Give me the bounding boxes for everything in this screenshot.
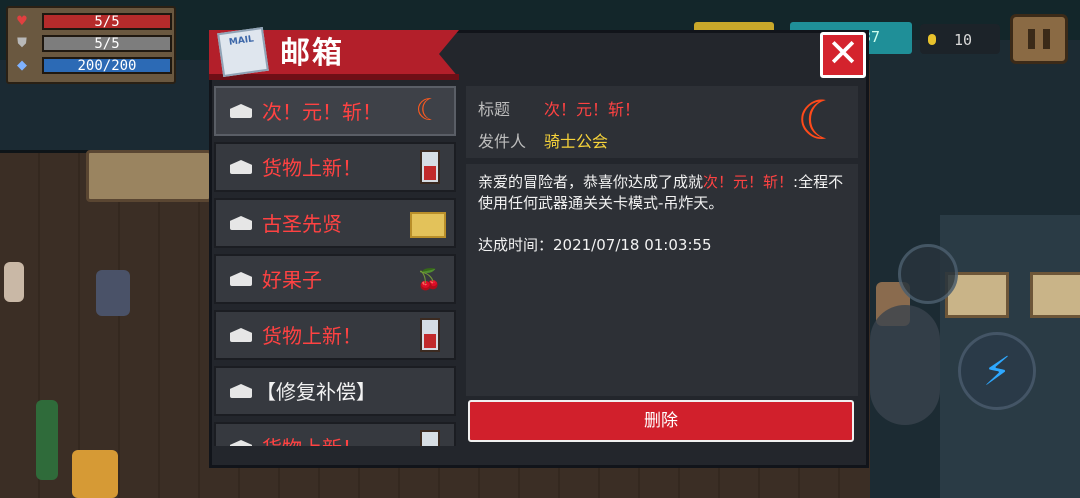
achievement-time: 达成时间：2021/07/18 01:03:55: [478, 236, 712, 254]
energy-row: ◆ 200/200: [12, 56, 172, 75]
message-prefix: 亲爱的冒险者，恭喜你达成了成就: [478, 173, 704, 191]
mailbox-title-tab-shadow: [209, 74, 459, 80]
mail-item-label: 好果子: [262, 268, 322, 292]
weapon-swap-button[interactable]: [898, 244, 958, 304]
envelope-icon: [230, 272, 252, 286]
envelope-icon: [230, 440, 252, 446]
npc-character: [96, 270, 130, 316]
shield-value: 5/5: [94, 36, 120, 52]
energy-icon: ◆: [17, 58, 27, 73]
pause-icon: [1043, 29, 1050, 49]
mail-item[interactable]: 好果子 🍒: [214, 254, 456, 304]
coin-count: 10: [954, 31, 973, 49]
coin-icon: [928, 34, 936, 45]
mail-item[interactable]: 货物上新！: [214, 422, 456, 446]
game-table: [86, 150, 212, 202]
attack-button[interactable]: [870, 305, 940, 425]
mail-icon-text: MAIL: [228, 34, 255, 48]
title-value: 次！元！斩！: [544, 100, 641, 119]
sender-value: 骑士公会: [544, 132, 609, 151]
mail-list[interactable]: 次！元！斩！ ☾ 货物上新！ 古圣先贤 好果子 🍒 货物上新！ 【修复补偿】 货…: [214, 86, 458, 446]
envelope-icon: [230, 160, 252, 174]
heart-icon: ♥: [16, 14, 28, 29]
merchant-icon: [420, 318, 440, 352]
envelope-icon: [230, 216, 252, 230]
mailbox-title: 邮箱: [280, 36, 344, 71]
shield-icon: ⛊: [17, 36, 27, 51]
pause-button[interactable]: [1010, 14, 1068, 64]
mail-item-label: 古圣先贤: [262, 212, 342, 236]
lightning-icon: ⚡: [982, 349, 1012, 395]
energy-bar: 200/200: [42, 57, 172, 74]
envelope-icon: [230, 104, 252, 118]
merchant-icon: [420, 150, 440, 184]
delete-button[interactable]: 删除: [468, 400, 854, 442]
mail-item-label: 【修复补偿】: [256, 380, 376, 404]
skill-button[interactable]: ⚡: [958, 332, 1036, 410]
npc-character: [72, 450, 118, 498]
envelope-icon: [230, 328, 252, 342]
mail-item[interactable]: 货物上新！: [214, 310, 456, 360]
hp-bar: 5/5: [42, 13, 172, 30]
mail-item-label: 货物上新！: [262, 324, 362, 348]
player-status-panel: ♥ 5/5 ⛊ 5/5 ◆ 200/200: [6, 6, 176, 84]
mail-icon: MAIL: [217, 27, 269, 77]
cherry-icon: 🍒: [416, 267, 442, 291]
sender-label: 发件人: [478, 132, 527, 151]
energy-value: 200/200: [77, 58, 137, 74]
mail-item-label: 次！元！斩！: [262, 100, 382, 124]
crescent-blade-icon: ☾: [796, 89, 846, 152]
mail-message: 亲爱的冒险者，恭喜你达成了成就次！元！斩！:全程不使用任何武器通关关卡模式-吊炸…: [478, 172, 848, 214]
mail-item[interactable]: 古圣先贤: [214, 198, 456, 248]
envelope-icon: [230, 384, 252, 398]
close-icon: ✕: [827, 31, 859, 75]
gold-plaque-icon: [410, 212, 446, 238]
npc-character: [4, 262, 24, 302]
hp-value: 5/5: [94, 14, 120, 30]
shield-row: ⛊ 5/5: [12, 34, 172, 53]
plant-decoration: [36, 400, 58, 480]
title-label: 标题: [478, 100, 511, 119]
message-highlight: 次！元！斩！: [703, 173, 794, 191]
mail-item[interactable]: 货物上新！: [214, 142, 456, 192]
hp-row: ♥ 5/5: [12, 12, 172, 31]
shield-bar: 5/5: [42, 35, 172, 52]
mail-item[interactable]: 【修复补偿】: [214, 366, 456, 416]
close-button[interactable]: ✕: [820, 32, 866, 78]
crescent-blade-icon: ☾: [415, 93, 443, 128]
mail-item-label: 货物上新！: [262, 156, 362, 180]
merchant-icon: [420, 430, 440, 446]
mail-item-label: 货物上新！: [262, 436, 362, 446]
game-wall-panel: [1030, 272, 1080, 318]
pause-icon: [1028, 29, 1035, 49]
mail-item[interactable]: 次！元！斩！ ☾: [214, 86, 456, 136]
